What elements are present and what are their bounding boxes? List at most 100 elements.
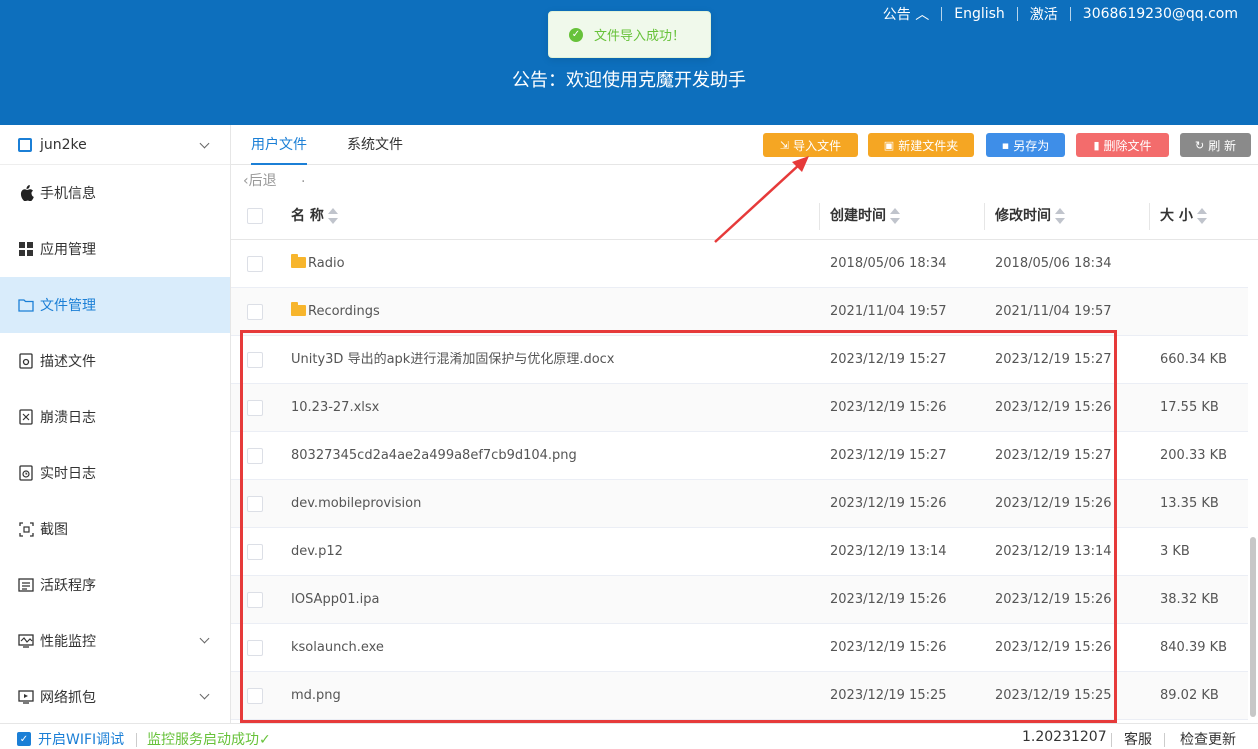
- sort-icon[interactable]: [1055, 207, 1065, 225]
- sidebar-item-screenshot[interactable]: 截图: [0, 501, 230, 557]
- support-link[interactable]: 客服: [1124, 729, 1152, 749]
- divider: [136, 733, 137, 747]
- modified-time: 2023/12/19 15:25: [995, 688, 1112, 703]
- sidebar-item-profiles[interactable]: 描述文件: [0, 333, 230, 389]
- apps-grid-icon: [18, 241, 34, 257]
- column-divider[interactable]: [819, 203, 820, 230]
- success-toast: ✓ 文件导入成功！: [548, 11, 711, 58]
- sidebar-item-active-apps[interactable]: 活跃程序: [0, 557, 230, 613]
- sidebar-item-label: 截图: [40, 522, 68, 538]
- sidebar-item-phone-info[interactable]: 手机信息: [0, 165, 230, 221]
- wifi-debug-checkbox[interactable]: ✓: [17, 732, 31, 746]
- select-all-checkbox[interactable]: [247, 208, 263, 224]
- sidebar-item-app-management[interactable]: 应用管理: [0, 221, 230, 277]
- sidebar-item-realtime-logs[interactable]: 实时日志: [0, 445, 230, 501]
- table-row[interactable]: Recordings 2021/11/04 19:57 2021/11/04 1…: [231, 288, 1248, 336]
- column-header-modified[interactable]: 修改时间: [995, 193, 1065, 240]
- import-file-button[interactable]: ⇲ 导入文件: [763, 133, 858, 157]
- sidebar-item-performance[interactable]: 性能监控: [0, 613, 230, 669]
- status-bar: ✓ 开启WIFI调试 监控服务启动成功✓ 1.20231207 客服 检查更新: [0, 723, 1258, 748]
- check-update-link[interactable]: 检查更新: [1180, 729, 1236, 749]
- created-time: 2023/12/19 15:26: [830, 592, 947, 607]
- row-checkbox[interactable]: [247, 304, 263, 320]
- column-divider[interactable]: [1149, 203, 1150, 230]
- current-path: .: [301, 170, 306, 186]
- announcement-link[interactable]: 公告 ︿: [871, 4, 941, 24]
- account-link[interactable]: 3068619230@qq.com: [1071, 6, 1250, 22]
- file-size: 3 KB: [1160, 544, 1190, 559]
- version-label: 1.20231207: [1022, 729, 1107, 745]
- tab-system-files[interactable]: 系统文件: [347, 125, 403, 165]
- row-checkbox[interactable]: [247, 640, 263, 656]
- table-row[interactable]: ksolaunch.exe 2023/12/19 15:26 2023/12/1…: [231, 624, 1248, 672]
- column-header-size[interactable]: 大 小: [1160, 193, 1207, 240]
- save-icon: ▪: [1001, 138, 1010, 152]
- table-row[interactable]: md.png 2023/12/19 15:25 2023/12/19 15:25…: [231, 672, 1248, 720]
- row-checkbox[interactable]: [247, 496, 263, 512]
- created-time: 2023/12/19 13:14: [830, 544, 947, 559]
- table-row[interactable]: 80327345cd2a4ae2a499a8ef7cb9d104.png 202…: [231, 432, 1248, 480]
- device-selector[interactable]: jun2ke: [0, 125, 230, 165]
- file-tabs-bar: 用户文件 系统文件 ⇲ 导入文件 ▣ 新建文件夹 ▪ 另存为 ▮ 删除文件 ↻ 刷 新: [231, 125, 1258, 165]
- row-checkbox[interactable]: [247, 688, 263, 704]
- file-name: md.png: [291, 688, 341, 703]
- table-row[interactable]: dev.mobileprovision 2023/12/19 15:26 202…: [231, 480, 1248, 528]
- network-capture-icon: [18, 689, 34, 705]
- modified-time: 2023/12/19 15:26: [995, 496, 1112, 511]
- sidebar-item-crash-logs[interactable]: 崩溃日志: [0, 389, 230, 445]
- chevron-up-icon: ︿: [915, 7, 930, 23]
- table-header: 名 称 创建时间 修改时间 大 小: [231, 193, 1258, 240]
- sidebar-item-network-capture[interactable]: 网络抓包: [0, 669, 230, 725]
- save-as-button[interactable]: ▪ 另存为: [986, 133, 1065, 157]
- folder-icon: [291, 302, 306, 316]
- row-checkbox[interactable]: [247, 592, 263, 608]
- row-checkbox[interactable]: [247, 256, 263, 272]
- back-button[interactable]: ‹后退: [243, 170, 277, 190]
- column-divider[interactable]: [984, 203, 985, 230]
- table-row[interactable]: 10.23-27.xlsx 2023/12/19 15:26 2023/12/1…: [231, 384, 1248, 432]
- row-checkbox[interactable]: [247, 400, 263, 416]
- file-table-body: Radio 2018/05/06 18:34 2018/05/06 18:34 …: [231, 240, 1258, 721]
- file-name: ksolaunch.exe: [291, 640, 384, 655]
- delete-file-button[interactable]: ▮ 删除文件: [1076, 133, 1169, 157]
- column-header-created[interactable]: 创建时间: [830, 193, 900, 240]
- language-link[interactable]: English: [942, 6, 1017, 22]
- check-circle-icon: ✓: [569, 27, 583, 42]
- import-icon: ⇲: [779, 138, 790, 152]
- table-row[interactable]: Radio 2018/05/06 18:34 2018/05/06 18:34: [231, 240, 1248, 288]
- sidebar-item-file-management[interactable]: 文件管理: [0, 277, 230, 333]
- activate-link[interactable]: 激活: [1018, 4, 1070, 24]
- row-checkbox[interactable]: [247, 352, 263, 368]
- device-icon: [18, 137, 32, 152]
- new-folder-button[interactable]: ▣ 新建文件夹: [868, 133, 974, 157]
- divider: [1164, 733, 1165, 747]
- sidebar-item-label: 描述文件: [40, 354, 96, 370]
- modified-time: 2023/12/19 15:26: [995, 592, 1112, 607]
- sidebar-item-label: 实时日志: [40, 466, 96, 482]
- row-checkbox[interactable]: [247, 544, 263, 560]
- table-scrollbar[interactable]: [1250, 537, 1256, 717]
- file-name: Radio: [291, 240, 345, 288]
- sidebar-item-label: 崩溃日志: [40, 410, 96, 426]
- file-name: 80327345cd2a4ae2a499a8ef7cb9d104.png: [291, 448, 577, 463]
- sort-icon[interactable]: [327, 207, 338, 225]
- sort-icon[interactable]: [890, 207, 900, 225]
- chevron-down-icon: [199, 633, 210, 644]
- table-row[interactable]: dev.p12 2023/12/19 13:14 2023/12/19 13:1…: [231, 528, 1248, 576]
- crash-log-icon: [18, 409, 34, 425]
- row-checkbox[interactable]: [247, 448, 263, 464]
- table-row[interactable]: IOSApp01.ipa 2023/12/19 15:26 2023/12/19…: [231, 576, 1248, 624]
- file-name: Unity3D 导出的apk进行混淆加固保护与优化原理.docx: [291, 352, 615, 367]
- file-size: 660.34 KB: [1160, 352, 1228, 367]
- wifi-debug-label[interactable]: 开启WIFI调试: [38, 729, 124, 749]
- device-name: jun2ke: [40, 136, 87, 153]
- tab-user-files[interactable]: 用户文件: [251, 125, 307, 165]
- created-time: 2023/12/19 15:26: [830, 400, 947, 415]
- column-header-name[interactable]: 名 称: [291, 193, 338, 240]
- created-time: 2018/05/06 18:34: [830, 256, 947, 271]
- refresh-button[interactable]: ↻ 刷 新: [1180, 133, 1251, 157]
- sort-icon[interactable]: [1196, 207, 1207, 225]
- divider: [1111, 733, 1112, 747]
- file-size: 200.33 KB: [1160, 448, 1228, 463]
- table-row[interactable]: Unity3D 导出的apk进行混淆加固保护与优化原理.docx 2023/12…: [231, 336, 1248, 384]
